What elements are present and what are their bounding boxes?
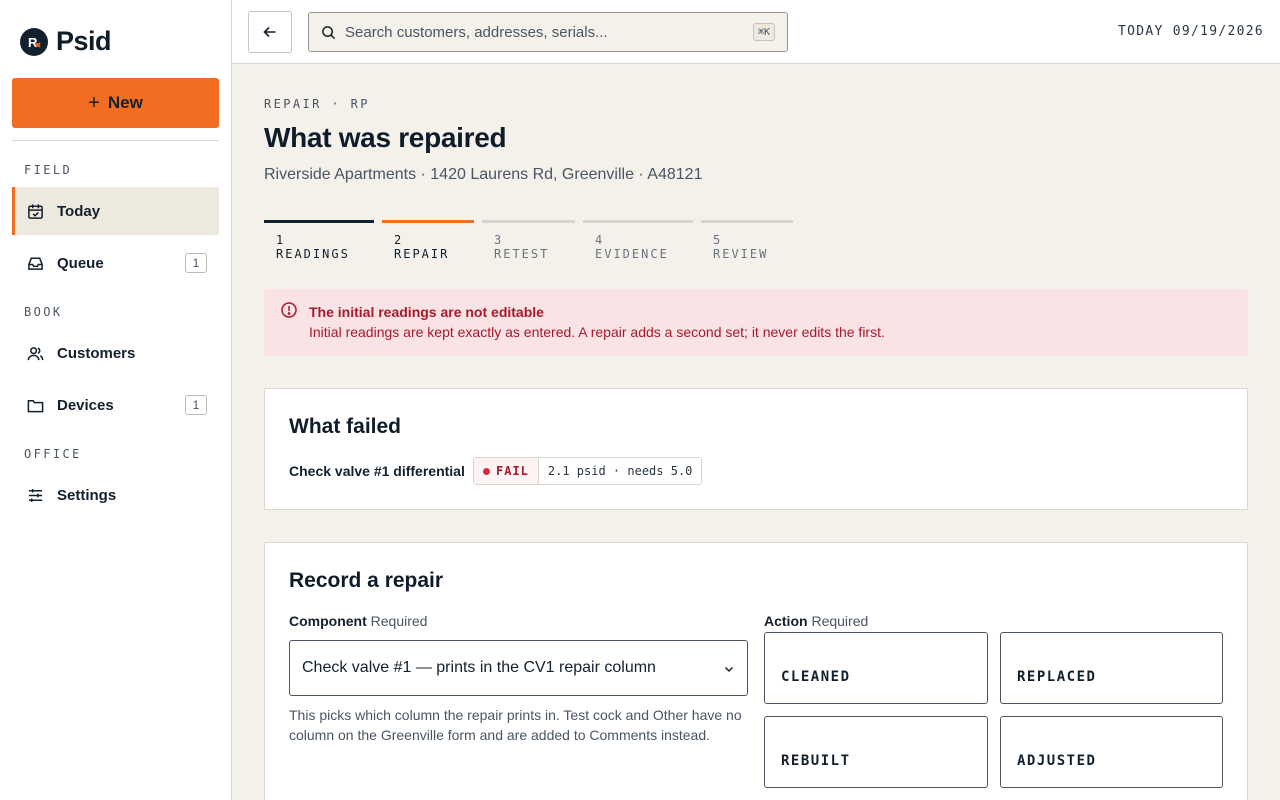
devices-count-badge: 1 [185, 395, 207, 415]
action-label: Action Required [764, 613, 868, 629]
sidebar-item-devices[interactable]: Devices 1 [12, 381, 219, 429]
component-label: Component Required [289, 613, 427, 629]
step-evidence[interactable]: 4 EVIDENCE [583, 220, 693, 261]
fail-reading-value: 2.1 psid · needs 5.0 [547, 464, 693, 478]
plus-icon: + [88, 91, 100, 114]
today-date: TODAY 09/19/2026 [1117, 24, 1264, 39]
folder-icon [27, 399, 44, 412]
calendar-check-icon [28, 203, 43, 219]
queue-count-badge: 1 [185, 253, 207, 273]
fail-result-pill: FAIL 2.1 psid · needs 5.0 [473, 457, 703, 485]
record-repair-card: Record a repair Component Required Check… [264, 542, 1248, 800]
logo-icon: R [20, 27, 48, 56]
sidebar: R Psid + New FIELD Today Queue 1 BOOK Cu… [0, 0, 232, 800]
readonly-alert: The initial readings are not editable In… [264, 289, 1248, 356]
sidebar-item-settings[interactable]: Settings [12, 471, 219, 519]
page-subtitle: Riverside Apartments · 1420 Laurens Rd, … [264, 166, 703, 183]
action-rebuilt[interactable]: REBUILT [764, 716, 988, 788]
record-repair-title: Record a repair [289, 569, 444, 592]
section-label-office: OFFICE [24, 447, 82, 461]
section-label-field: FIELD [24, 163, 73, 177]
inbox-icon [28, 257, 43, 270]
sidebar-item-label: Settings [57, 486, 117, 504]
search-shortcut-hint: ⌘K [752, 23, 775, 41]
step-review[interactable]: 5 REVIEW [701, 220, 793, 261]
brand-name: Psid [56, 26, 112, 56]
users-icon [27, 346, 44, 360]
step-readings[interactable]: 1 READINGS [264, 220, 374, 261]
top-bar: ⌘K TODAY 09/19/2026 [232, 0, 1280, 64]
what-failed-title: What failed [289, 415, 402, 438]
alert-body: Initial readings are kept exactly as ent… [309, 324, 885, 340]
new-button-label: New [107, 93, 143, 112]
action-adjusted[interactable]: ADJUSTED [1000, 716, 1223, 788]
status-dot-icon [483, 467, 490, 475]
fail-status-label: FAIL [496, 464, 529, 478]
component-help-text: This picks which column the repair print… [289, 707, 742, 743]
stepper: 1 READINGS 2 REPAIR 3 RETEST 4 EVIDENCE … [264, 220, 793, 261]
alert-circle-icon [281, 302, 297, 318]
search-box[interactable]: ⌘K [308, 12, 788, 52]
fail-status: FAIL [474, 458, 539, 484]
step-retest[interactable]: 3 RETEST [482, 220, 575, 261]
search-icon [322, 25, 336, 39]
page-title: What was repaired [264, 122, 507, 153]
sidebar-item-label: Customers [57, 344, 136, 362]
component-select-value: Check valve #1 — prints in the CV1 repai… [302, 659, 656, 676]
failed-test-label: Check valve #1 differential [289, 463, 465, 479]
new-button[interactable]: + New [12, 78, 219, 128]
action-cleaned[interactable]: CLEANED [764, 632, 988, 704]
sidebar-item-customers[interactable]: Customers [12, 329, 219, 377]
component-select[interactable]: Check valve #1 — prints in the CV1 repai… [289, 640, 748, 696]
page-eyebrow: REPAIR · RP [264, 97, 370, 111]
sidebar-divider [12, 140, 219, 141]
sidebar-item-label: Devices [57, 396, 114, 414]
action-replaced[interactable]: REPLACED [1000, 632, 1223, 704]
sidebar-item-label: Today [57, 202, 101, 220]
brand[interactable]: R Psid [20, 26, 112, 57]
step-repair[interactable]: 2 REPAIR [382, 220, 474, 261]
what-failed-card: What failed Check valve #1 differential … [264, 388, 1248, 510]
section-label-book: BOOK [24, 305, 63, 319]
sidebar-item-label: Queue [57, 254, 104, 272]
component-required-note: Required [370, 613, 428, 629]
sliders-icon [28, 488, 43, 502]
arrow-left-icon [263, 26, 276, 38]
back-button[interactable] [248, 11, 292, 53]
component-label-text: Component [289, 613, 367, 629]
action-required-note: Required [811, 613, 869, 629]
sidebar-item-queue[interactable]: Queue 1 [12, 239, 219, 287]
alert-title: The initial readings are not editable [309, 304, 544, 320]
chevron-down-icon [724, 666, 734, 673]
action-label-text: Action [764, 613, 808, 629]
sidebar-item-today[interactable]: Today [12, 187, 219, 235]
search-input[interactable] [345, 23, 725, 41]
